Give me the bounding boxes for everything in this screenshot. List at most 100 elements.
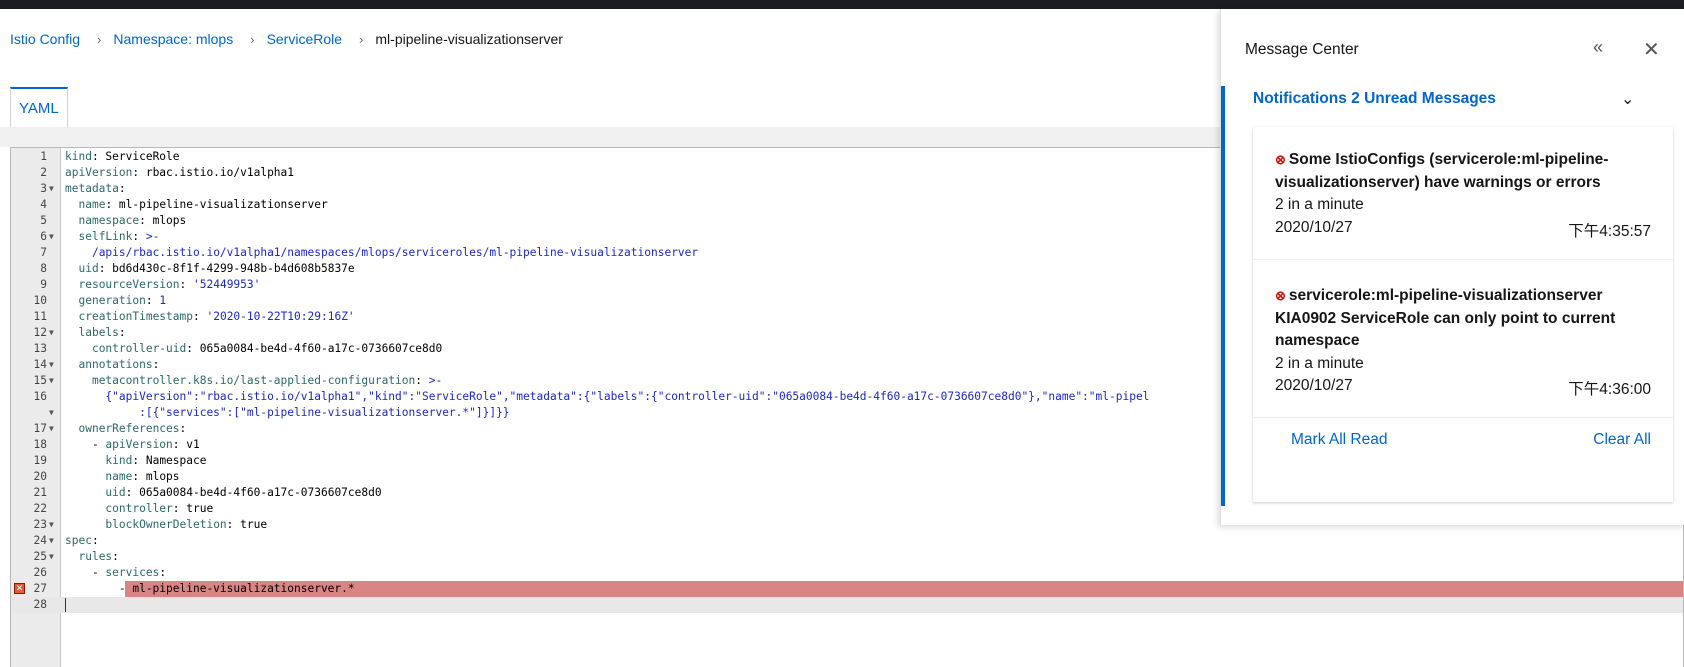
code-text: generation: 1 xyxy=(78,294,167,307)
notification-date: 2020/10/27 xyxy=(1275,377,1353,394)
line-number: 3 xyxy=(40,182,47,195)
close-icon[interactable]: ✕ xyxy=(1643,37,1660,62)
fold-arrow-icon[interactable]: ▼ xyxy=(49,405,54,421)
line-number: 6 xyxy=(40,230,47,243)
editor-line[interactable]: 25 ▼ rules: xyxy=(11,549,1683,565)
code-text: - apiVersion: v1 xyxy=(65,438,200,451)
notification-footer: Mark All Read Clear All xyxy=(1253,419,1673,463)
code-text: namespace: mlops xyxy=(78,214,187,227)
error-circle-icon: ⊗ xyxy=(1275,288,1286,303)
breadcrumb-current: ml-pipeline-visualizationserver xyxy=(375,31,563,47)
code-text: blockOwnerDeletion: true xyxy=(105,518,268,531)
line-number: 17 xyxy=(33,422,47,435)
tab-yaml[interactable]: YAML xyxy=(10,87,68,127)
line-number: 27 xyxy=(33,582,47,595)
fold-arrow-icon[interactable]: ▼ xyxy=(49,357,54,373)
line-number: 10 xyxy=(33,294,47,307)
code-text: ownerReferences: xyxy=(78,422,187,435)
breadcrumb: Istio Config › Namespace: mlops › Servic… xyxy=(10,29,563,49)
code-text: name: mlops xyxy=(105,470,180,483)
editor-line[interactable]: 28 xyxy=(11,597,1683,613)
notification-group-accent xyxy=(1221,86,1225,506)
code-text: metacontroller.k8s.io/last-applied-confi… xyxy=(91,374,443,387)
fold-arrow-icon[interactable]: ▼ xyxy=(49,517,54,533)
notification-time: 下午4:35:57 xyxy=(1568,223,1651,240)
fold-arrow-icon[interactable]: ▼ xyxy=(49,421,54,437)
notification-text: servicerole:ml-pipeline-visualizationser… xyxy=(1275,287,1616,349)
line-number: 20 xyxy=(33,470,47,483)
message-center-title: Message Center xyxy=(1245,41,1359,58)
code-text: rules: xyxy=(78,550,119,563)
notification-message: ⊗ Some IstioConfigs (servicerole:ml-pipel… xyxy=(1275,149,1635,194)
code-text: - services: xyxy=(65,566,167,579)
line-number: 7 xyxy=(40,246,47,259)
code-text: creationTimestamp: '2020-10-22T10:29:16Z… xyxy=(78,310,355,323)
breadcrumb-separator-icon: › xyxy=(250,31,255,47)
breadcrumb-separator-icon: › xyxy=(359,31,364,47)
code-text: labels: xyxy=(78,326,126,339)
tab-bar: YAML xyxy=(10,87,68,127)
code-text: kind: Namespace xyxy=(105,454,207,467)
line-number: 15 xyxy=(33,374,47,387)
mark-all-read-button[interactable]: Mark All Read xyxy=(1291,431,1387,449)
line-number: 13 xyxy=(33,342,47,355)
line-number: 1 xyxy=(40,150,47,163)
code-text: /apis/rbac.istio.io/v1alpha1/namespaces/… xyxy=(91,246,699,259)
line-number: 14 xyxy=(33,358,47,371)
notification-list: ⊗ Some IstioConfigs (servicerole:ml-pipel… xyxy=(1253,127,1673,502)
chevron-down-icon[interactable]: ⌄ xyxy=(1621,89,1634,109)
notifications-group-toggle[interactable]: Notifications 2 Unread Messages xyxy=(1253,90,1496,108)
message-center: Message Center « ✕ Notifications 2 Unrea… xyxy=(1220,9,1684,525)
line-number: 21 xyxy=(33,486,47,499)
fold-arrow-icon[interactable]: ▼ xyxy=(49,229,54,245)
code-text: kind: ServiceRole xyxy=(65,150,180,163)
top-bar xyxy=(0,0,1684,9)
line-number: 24 xyxy=(33,534,47,547)
line-number: 8 xyxy=(40,262,47,275)
line-number: 26 xyxy=(33,566,47,579)
code-text: uid: bd6d430c-8f1f-4299-948b-b4d608b5837… xyxy=(78,262,355,275)
notification-count: 2 in a minute xyxy=(1275,196,1364,213)
notification-date: 2020/10/27 xyxy=(1275,219,1353,236)
notification-item[interactable]: ⊗ servicerole:ml-pipeline-visualizationse… xyxy=(1253,261,1673,418)
line-number: 11 xyxy=(33,310,47,323)
editor-line[interactable]: 26 - services: xyxy=(11,565,1683,581)
line-number: 19 xyxy=(33,454,47,467)
line-number: 12 xyxy=(33,326,47,339)
line-number: 4 xyxy=(40,198,47,211)
code-text: selfLink: >- xyxy=(78,230,160,243)
fold-arrow-icon[interactable]: ▼ xyxy=(49,533,54,549)
editor-line[interactable]: ✕ 27 - ml-pipeline-visualizationserver.* xyxy=(11,581,1683,597)
code-text: apiVersion: rbac.istio.io/v1alpha1 xyxy=(65,166,295,179)
line-number: 5 xyxy=(40,214,47,227)
code-text: :[{"services":["ml-pipeline-visualizatio… xyxy=(139,406,510,419)
fold-arrow-icon[interactable]: ▼ xyxy=(49,549,54,565)
code-text: controller: true xyxy=(105,502,214,515)
code-text: metadata: xyxy=(65,182,126,195)
breadcrumb-servicerole[interactable]: ServiceRole xyxy=(267,31,342,47)
notification-message: ⊗ servicerole:ml-pipeline-visualizationse… xyxy=(1275,285,1635,353)
clear-all-button[interactable]: Clear All xyxy=(1593,431,1651,449)
code-text: uid: 065a0084-be4d-4f60-a17c-0736607ce8d… xyxy=(105,486,382,499)
text-cursor xyxy=(65,598,66,612)
breadcrumb-namespace[interactable]: Namespace: mlops xyxy=(113,31,233,47)
fold-arrow-icon[interactable]: ▼ xyxy=(49,373,54,389)
double-chevron-left-icon[interactable]: « xyxy=(1593,37,1603,58)
notification-time: 下午4:36:00 xyxy=(1568,381,1651,398)
code-text: annotations: xyxy=(78,358,160,371)
notification-text: Some IstioConfigs (servicerole:ml-pipeli… xyxy=(1275,151,1609,191)
fold-arrow-icon[interactable]: ▼ xyxy=(49,181,54,197)
code-text: {"apiVersion":"rbac.istio.io/v1alpha1","… xyxy=(105,390,1150,403)
tab-content-band xyxy=(0,127,1222,147)
notification-item[interactable]: ⊗ Some IstioConfigs (servicerole:ml-pipel… xyxy=(1253,127,1673,260)
line-number: 25 xyxy=(33,550,47,563)
code-text: - ml-pipeline-visualizationserver.* xyxy=(65,582,355,595)
error-circle-icon: ⊗ xyxy=(1275,152,1286,167)
fold-arrow-icon[interactable]: ▼ xyxy=(49,325,54,341)
breadcrumb-istio-config[interactable]: Istio Config xyxy=(10,31,80,47)
line-number: 28 xyxy=(33,598,47,611)
editor-line[interactable]: 24 ▼ spec: xyxy=(11,533,1683,549)
line-number: 2 xyxy=(40,166,47,179)
line-number: 22 xyxy=(33,502,47,515)
code-text: spec: xyxy=(65,534,99,547)
